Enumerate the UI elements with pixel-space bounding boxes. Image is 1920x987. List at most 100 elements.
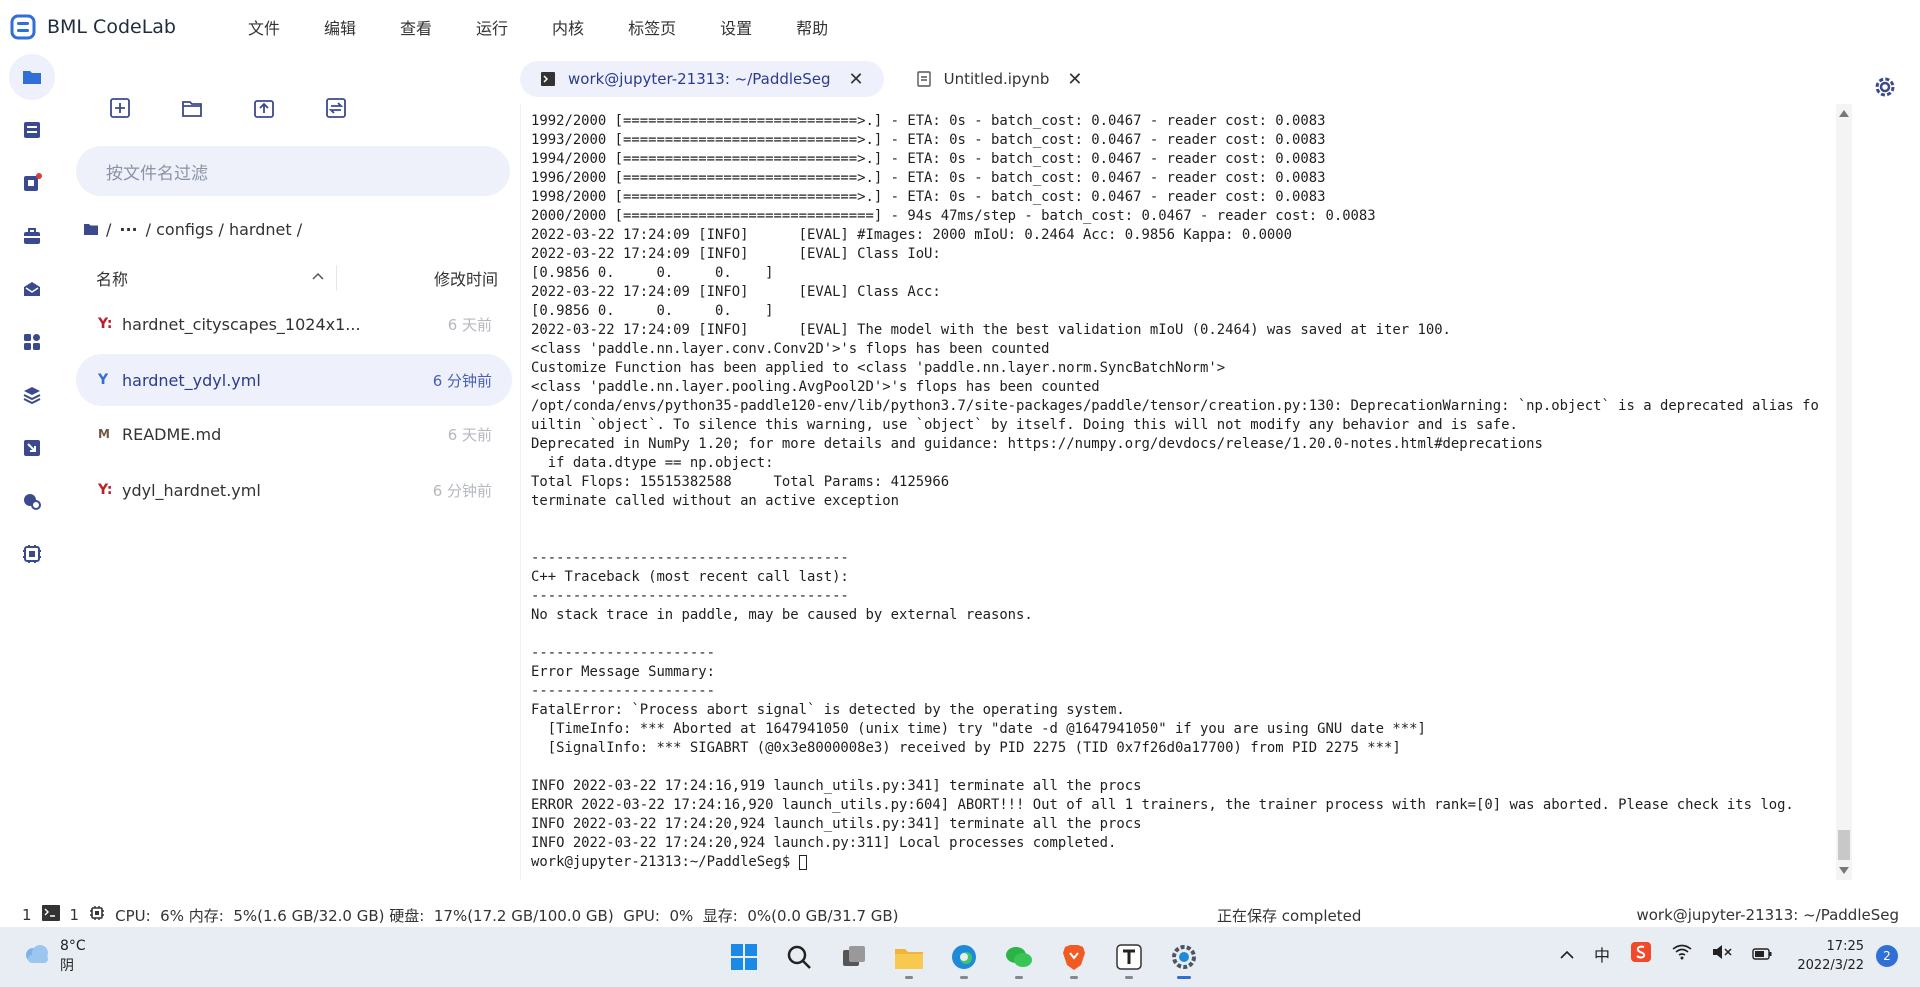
running-indicator	[1177, 976, 1191, 979]
status-chip-icon[interactable]	[89, 905, 105, 925]
breadcrumb: / ··· / configs / hardnet /	[84, 220, 310, 239]
taskbar-apps	[722, 935, 1217, 979]
upload-icon[interactable]	[248, 92, 280, 124]
yaml-file-icon: Y:	[98, 316, 113, 332]
file-row[interactable]: Y: hardnet_cityscapes_1024x1... 6 天前	[76, 298, 512, 350]
rail-hub-icon[interactable]	[9, 160, 55, 206]
new-file-icon[interactable]	[104, 92, 136, 124]
menu-settings[interactable]: 设置	[720, 15, 752, 39]
scroll-thumb[interactable]	[1838, 830, 1850, 860]
battery-icon[interactable]	[1752, 945, 1772, 964]
status-terminal-count[interactable]: 1	[22, 906, 32, 924]
new-folder-icon[interactable]	[176, 92, 208, 124]
menu-kernel[interactable]: 内核	[552, 15, 584, 39]
property-inspector-gear-icon[interactable]	[1872, 74, 1898, 100]
rail-folder-icon[interactable]	[9, 54, 55, 100]
terminal-line: INFO 2022-03-22 17:24:20,924 launch.py:3…	[531, 835, 1117, 851]
breadcrumb-path[interactable]: / configs / hardnet /	[146, 220, 302, 239]
terminal-line: ----------------------	[531, 645, 715, 661]
clock-time: 17:25	[1826, 939, 1864, 954]
menu-view[interactable]: 查看	[400, 15, 432, 39]
wifi-icon[interactable]	[1672, 944, 1692, 964]
terminal-line: INFO 2022-03-22 17:24:20,924 launch_util…	[531, 816, 1142, 832]
col-time-header[interactable]: 修改时间	[337, 266, 512, 290]
search-icon[interactable]	[777, 935, 821, 979]
file-name: ydyl_hardnet.yml	[122, 480, 261, 500]
scroll-up-arrow-icon[interactable]	[1839, 110, 1849, 117]
terminal-line: 1994/2000 [============================>…	[531, 151, 1326, 167]
close-icon[interactable]: ✕	[1067, 69, 1082, 90]
terminal-scrollbar[interactable]	[1836, 104, 1852, 880]
system-clock[interactable]: 17:25 2022/3/22	[1784, 937, 1864, 975]
terminal-line: --------------------------------------	[531, 550, 849, 566]
refresh-icon[interactable]	[320, 92, 352, 124]
close-icon[interactable]: ✕	[849, 69, 864, 90]
terminal-line: [TimeInfo: *** Aborted at 1647941050 (un…	[531, 721, 1426, 737]
status-kernel-count[interactable]: 1	[70, 906, 80, 924]
terminal-output[interactable]: 1992/2000 [============================>…	[531, 112, 1821, 877]
terminal-line: ----------------------	[531, 683, 715, 699]
rail-mail-icon[interactable]	[9, 266, 55, 312]
task-view-icon[interactable]	[832, 935, 876, 979]
rail-download-icon[interactable]	[9, 425, 55, 471]
breadcrumb-folder-icon[interactable]	[84, 220, 98, 239]
scroll-down-arrow-icon[interactable]	[1839, 867, 1849, 874]
terminal-line: /opt/conda/envs/python35-paddle120-env/l…	[531, 398, 1821, 414]
rail-briefcase-icon[interactable]	[9, 213, 55, 259]
weather-widget[interactable]: 8°C 阴	[22, 936, 86, 976]
brave-browser-icon[interactable]	[1052, 935, 1096, 979]
save-status: 正在保存 completed	[1217, 906, 1362, 925]
terminal-line: Customize Function has been applied to <…	[531, 360, 1226, 376]
status-terminal-icon[interactable]	[41, 905, 60, 925]
menu-file[interactable]: 文件	[248, 15, 280, 39]
terminal-line: C++ Traceback (most recent call last):	[531, 569, 849, 585]
menu-run[interactable]: 运行	[476, 15, 508, 39]
menu-tabs[interactable]: 标签页	[628, 15, 676, 39]
terminal-panel[interactable]: 1992/2000 [============================>…	[520, 104, 1836, 880]
running-indicator	[1070, 976, 1078, 979]
notebook-icon	[916, 71, 932, 87]
tab-label: Untitled.ipynb	[943, 70, 1050, 88]
file-name: hardnet_cityscapes_1024x1...	[122, 314, 361, 334]
terminal-line: FatalError: `Process abort signal` is de…	[531, 702, 1125, 718]
windows-start-icon[interactable]	[722, 935, 766, 979]
file-list-header: 名称 修改时间	[76, 260, 512, 296]
menu-help[interactable]: 帮助	[796, 15, 828, 39]
file-toolbar	[104, 92, 392, 124]
wechat-icon[interactable]	[997, 935, 1041, 979]
notification-badge[interactable]: 2	[1876, 945, 1898, 967]
terminal-line: work@jupyter-21313:~/PaddleSeg$	[531, 853, 1821, 872]
rail-apps-icon[interactable]	[9, 319, 55, 365]
input-method[interactable]: 中	[1594, 942, 1610, 966]
breadcrumb-root[interactable]: /	[106, 220, 111, 239]
file-modified-time: 6 天前	[447, 315, 492, 334]
file-row-selected[interactable]: Y hardnet_ydyl.yml 6 分钟前	[76, 354, 512, 406]
tab-notebook[interactable]: Untitled.ipynb ✕	[896, 61, 1103, 97]
rail-notebook-icon[interactable]	[9, 107, 55, 153]
sort-chevron-up-icon	[312, 266, 324, 285]
file-row[interactable]: M README.md 6 天前	[76, 408, 512, 460]
breadcrumb-ellipsis[interactable]: ···	[119, 220, 137, 239]
running-indicator	[960, 976, 968, 979]
rail-chip-icon[interactable]	[9, 531, 55, 577]
col-name-header[interactable]: 名称	[76, 266, 336, 290]
left-icon-rail	[0, 54, 64, 897]
sogou-ime-icon[interactable]	[1630, 941, 1652, 967]
terminal-line: <class 'paddle.nn.layer.pooling.AvgPool2…	[531, 379, 1100, 395]
speaker-muted-icon[interactable]	[1712, 944, 1732, 964]
file-row[interactable]: Y: ydyl_hardnet.yml 6 分钟前	[76, 464, 512, 516]
file-explorer-icon[interactable]	[887, 935, 931, 979]
rail-cloud-settings-icon[interactable]	[9, 478, 55, 524]
typora-icon[interactable]	[1107, 935, 1151, 979]
terminal-line: terminate called without an active excep…	[531, 493, 899, 509]
settings-gear-icon[interactable]	[1162, 935, 1206, 979]
tab-terminal[interactable]: work@jupyter-21313: ~/PaddleSeg ✕	[520, 61, 884, 97]
edge-browser-icon[interactable]	[942, 935, 986, 979]
rail-layers-icon[interactable]	[9, 372, 55, 418]
chevron-up-icon[interactable]	[1560, 945, 1574, 964]
file-filter-input[interactable]: 按文件名过滤	[76, 146, 510, 196]
menu-edit[interactable]: 编辑	[324, 15, 356, 39]
running-indicator	[1015, 976, 1023, 979]
